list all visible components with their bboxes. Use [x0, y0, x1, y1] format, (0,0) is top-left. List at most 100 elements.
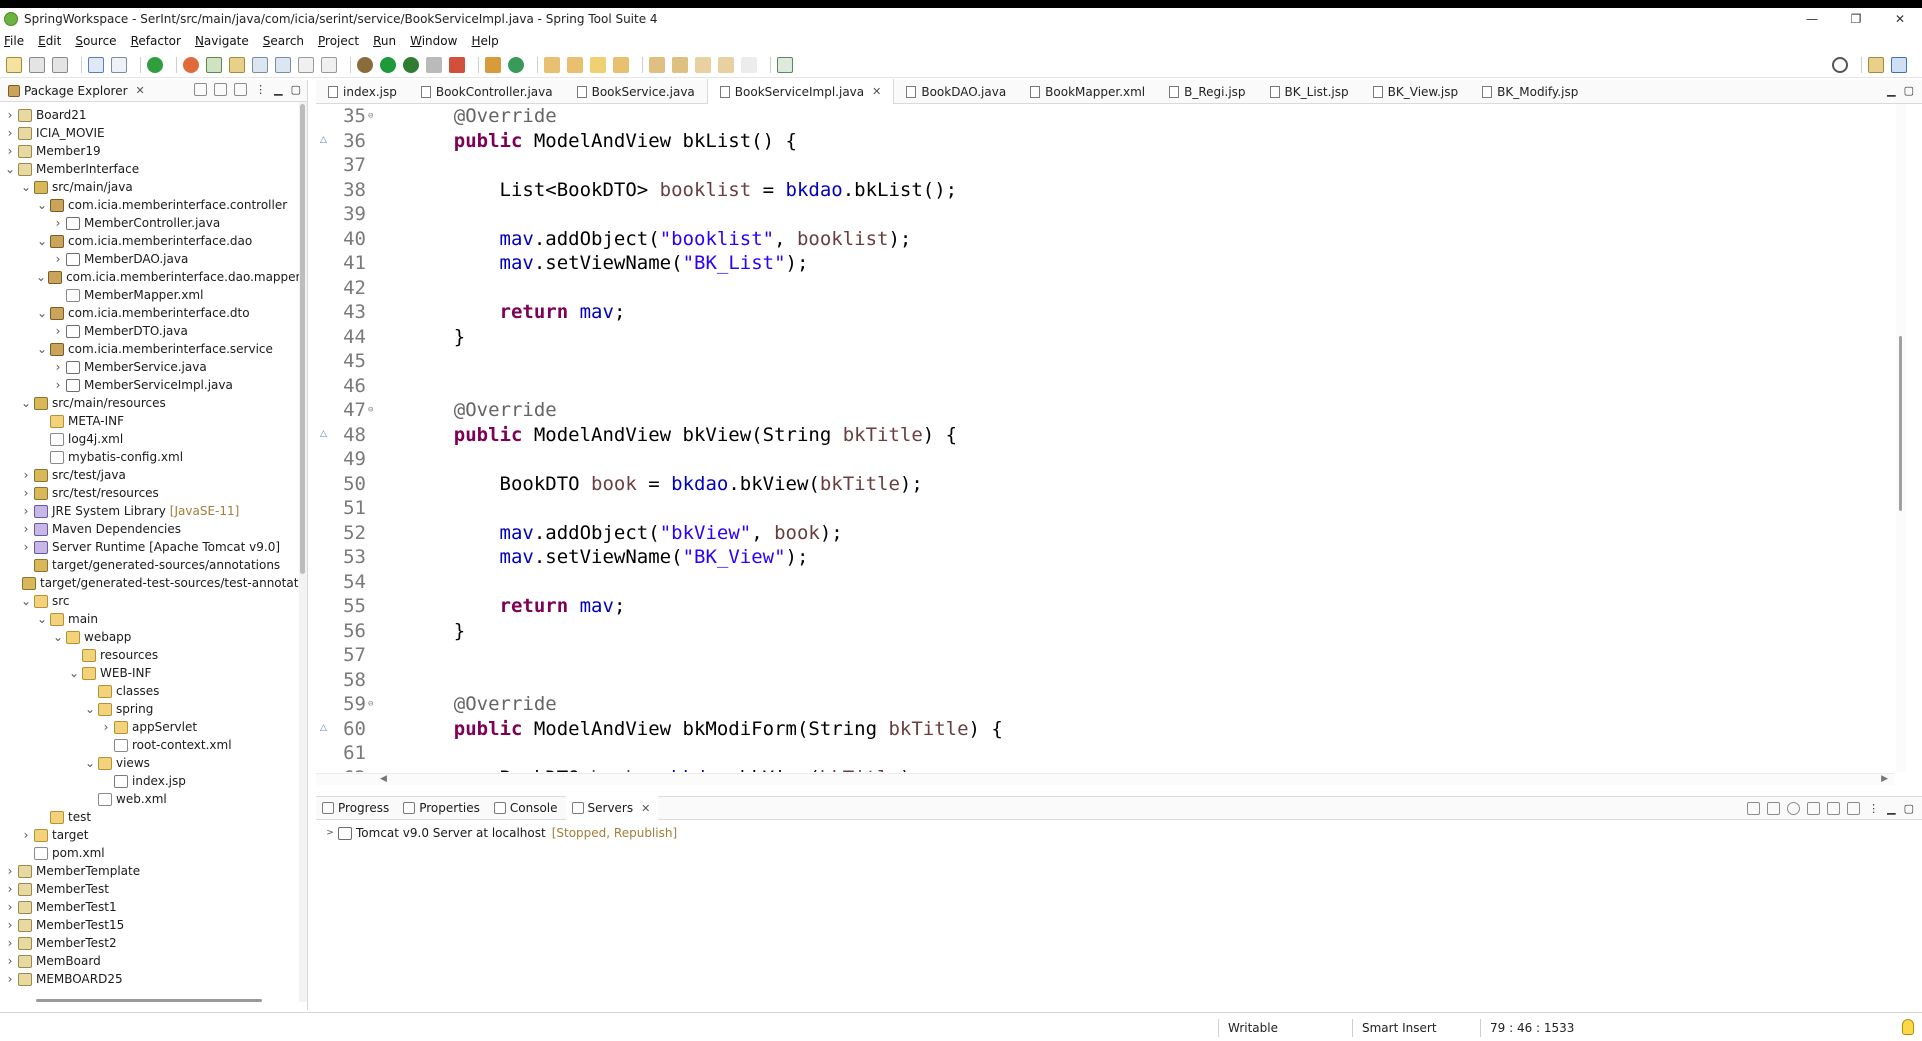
tree-item[interactable]: ⌄ main [0, 610, 300, 628]
chevron-down-icon[interactable]: ⌄ [20, 594, 32, 608]
refresh-icon[interactable] [183, 56, 199, 73]
scrollbar-thumb[interactable] [1899, 336, 1902, 511]
tree-item[interactable]: root-context.xml [0, 736, 300, 754]
chevron-right-icon[interactable]: › [4, 144, 16, 158]
expand-icon[interactable]: > [324, 828, 336, 838]
tree-item[interactable]: › MEMBOARD25 [0, 970, 300, 988]
maximize-view-icon[interactable]: ▢ [1904, 802, 1914, 815]
show-whitespace-icon[interactable] [275, 56, 291, 73]
tree-item[interactable]: › MemberTest2 [0, 934, 300, 952]
chevron-right-icon[interactable]: › [4, 954, 16, 968]
tree-item[interactable]: › MemberDTO.java [0, 322, 300, 340]
tree-item[interactable]: ⌄ src/main/java [0, 178, 300, 196]
tree-item[interactable]: MemberMapper.xml [0, 286, 300, 304]
chevron-right-icon[interactable]: › [52, 216, 64, 230]
open-console-icon[interactable] [88, 56, 104, 73]
editor-tab[interactable]: BookService.java [565, 80, 707, 104]
pilcrow-icon[interactable] [298, 56, 314, 73]
tree-item[interactable]: › Board21 [0, 106, 300, 124]
collapse-all-icon[interactable] [194, 83, 208, 96]
start-server-icon[interactable] [1787, 802, 1801, 815]
chevron-down-icon[interactable]: ⌄ [36, 270, 46, 284]
chevron-down-icon[interactable]: ⌄ [20, 180, 32, 194]
bottom-tab-console[interactable]: Console [488, 796, 566, 820]
chevron-right-icon[interactable]: › [20, 540, 32, 554]
search-icon[interactable] [590, 56, 606, 73]
fold-icon[interactable]: ⊖ [368, 405, 378, 415]
chevron-right-icon[interactable]: › [20, 504, 32, 518]
tree-item[interactable]: ›MemBoardTemplate [0, 988, 300, 990]
forward-icon[interactable] [741, 56, 757, 73]
editor-tab[interactable]: BookDAO.java [894, 80, 1018, 104]
chevron-down-icon[interactable]: ⌄ [84, 756, 96, 770]
chevron-right-icon[interactable]: › [20, 468, 32, 482]
debug-server-icon[interactable] [1767, 802, 1781, 815]
tree-item[interactable]: › MemberTemplate [0, 862, 300, 880]
annotation-icon[interactable] [321, 56, 337, 73]
chevron-right-icon[interactable]: › [52, 324, 64, 338]
chevron-down-icon[interactable]: ⌄ [36, 612, 48, 626]
server-entry[interactable]: > Tomcat v9.0 Server at localhost [Stopp… [324, 824, 677, 842]
tree-item[interactable]: ⌄ com.icia.memberinterface.dao.mapper [0, 268, 300, 286]
menu-navigate[interactable]: Navigate [195, 34, 249, 48]
editor-horizontal-scrollbar[interactable]: ◀ ▶ [316, 773, 1894, 785]
chevron-right-icon[interactable]: › [4, 936, 16, 950]
chevron-right-icon[interactable]: › [4, 864, 16, 878]
chevron-right-icon[interactable]: › [52, 378, 64, 392]
minimize-button[interactable]: — [1790, 8, 1834, 30]
spring-icon[interactable] [206, 56, 222, 73]
tree-item[interactable]: › appServlet [0, 718, 300, 736]
next-annotation-icon[interactable] [649, 56, 665, 73]
scrollbar-thumb[interactable] [300, 104, 305, 574]
chevron-right-icon[interactable]: › [20, 522, 32, 536]
fold-icon[interactable]: ⊖ [368, 111, 378, 121]
tree-item[interactable]: › MemberService.java [0, 358, 300, 376]
save-icon[interactable] [29, 56, 45, 73]
menu-run[interactable]: Run [373, 34, 396, 48]
tree-item[interactable]: ⌄ src [0, 592, 300, 610]
save-all-icon[interactable] [52, 56, 68, 73]
editor-tab[interactable]: BookServiceImpl.java ✕ [706, 79, 895, 104]
tree-item[interactable]: META-INF [0, 412, 300, 430]
bottom-tab-servers[interactable]: Servers ✕ [565, 796, 659, 820]
collapse-icon[interactable] [1747, 802, 1761, 815]
tree-item[interactable]: ⌄ webapp [0, 628, 300, 646]
profile-server-icon[interactable] [1807, 802, 1821, 815]
tree-item[interactable]: ⌄ WEB-INF [0, 664, 300, 682]
tree-item[interactable]: › src/test/resources [0, 484, 300, 502]
tree-item[interactable]: ⌄ com.icia.memberinterface.controller [0, 196, 300, 214]
tree-item[interactable]: target/generated-test-sources/test-annot… [0, 574, 300, 592]
java-perspective-icon[interactable] [1891, 57, 1907, 73]
tree-item[interactable]: test [0, 808, 300, 826]
tree-item[interactable]: › ICIA_MOVIE [0, 124, 300, 142]
minimize-editor-icon[interactable]: ▁ [1887, 84, 1895, 97]
back-icon[interactable] [718, 56, 734, 73]
quick-access-search-icon[interactable] [1832, 57, 1848, 73]
menu-file[interactable]: File [4, 34, 24, 48]
external-tools-icon[interactable] [449, 56, 465, 73]
open-perspective-icon[interactable] [1868, 57, 1884, 73]
chevron-right-icon[interactable]: › [20, 486, 32, 500]
code-editor[interactable]: 35 ⊖ @Override △ 36 public ModelAndView bkL… [316, 104, 1906, 772]
coverage-icon[interactable] [403, 56, 419, 73]
view-menu-icon[interactable]: ⋮ [255, 83, 266, 96]
chevron-down-icon[interactable]: ⌄ [36, 198, 48, 212]
scroll-left-icon[interactable]: ◀ [380, 774, 387, 784]
chevron-right-icon[interactable]: › [4, 918, 16, 932]
run-icon[interactable] [380, 56, 396, 73]
link-with-editor-icon[interactable] [214, 83, 228, 96]
toggle-block-icon[interactable] [252, 56, 268, 73]
chevron-down-icon[interactable]: ⌄ [36, 342, 48, 356]
open-resource-icon[interactable] [613, 56, 629, 73]
tree-item[interactable]: ⌄ com.icia.memberinterface.dao [0, 232, 300, 250]
tree-item[interactable]: › src/test/java [0, 466, 300, 484]
chevron-right-icon[interactable]: › [4, 882, 16, 896]
tree-item[interactable]: › MemberServiceImpl.java [0, 376, 300, 394]
tree-item[interactable]: ⌄ spring [0, 700, 300, 718]
open-type-icon[interactable] [544, 56, 560, 73]
chevron-right-icon[interactable]: › [4, 126, 16, 140]
tree-vertical-scrollbar[interactable] [299, 102, 307, 1002]
tree-item[interactable]: › Maven Dependencies [0, 520, 300, 538]
menu-source[interactable]: Source [75, 34, 116, 48]
bottom-tab-progress[interactable]: Progress [316, 796, 397, 820]
